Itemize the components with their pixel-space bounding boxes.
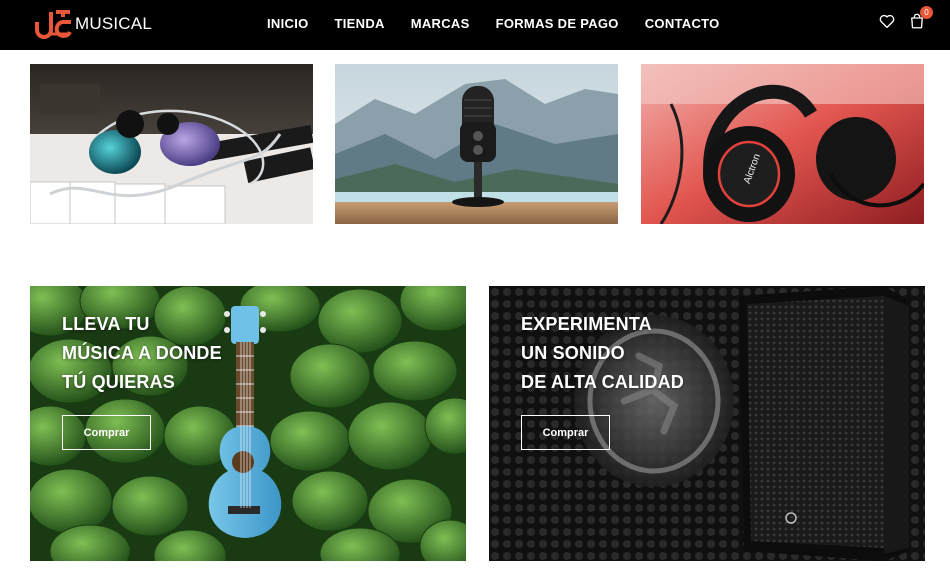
product-thumb-in-ear-monitors[interactable]	[30, 64, 313, 224]
banner-title: LLEVA TU MÚSICA A DONDE TÚ QUIERAS	[62, 310, 222, 397]
product-thumb-microphone[interactable]	[335, 64, 618, 224]
comprar-button[interactable]: Comprar	[62, 415, 151, 450]
product-thumb-headphones[interactable]: Alctron	[641, 64, 924, 224]
banner-title-line: UN SONIDO	[521, 343, 625, 363]
header-icons: 0	[866, 6, 933, 30]
promo-banner-ukulele: LLEVA TU MÚSICA A DONDE TÚ QUIERAS Compr…	[30, 286, 466, 561]
banner-title: EXPERIMENTA UN SONIDO DE ALTA CALIDAD	[521, 310, 684, 397]
microphone-icon	[335, 64, 618, 224]
cart-count-badge: 0	[920, 6, 933, 19]
nav-item-inicio[interactable]: INICIO	[267, 16, 309, 31]
heart-icon[interactable]	[878, 12, 896, 30]
banner-title-line: DE ALTA CALIDAD	[521, 372, 684, 392]
in-ear-monitors-icon	[30, 64, 313, 224]
logo-mark-icon	[34, 8, 74, 40]
main-nav: INICIO TIENDA MARCAS FORMAS DE PAGO CONT…	[267, 0, 720, 46]
nav-item-formas-de-pago[interactable]: FORMAS DE PAGO	[496, 16, 619, 31]
nav-item-contacto[interactable]: CONTACTO	[645, 16, 720, 31]
banner-title-line: LLEVA TU	[62, 314, 150, 334]
brand-logo[interactable]: MUSICAL	[34, 7, 152, 41]
logo-text: MUSICAL	[75, 14, 152, 33]
nav-item-marcas[interactable]: MARCAS	[411, 16, 470, 31]
banner-title-line: MÚSICA A DONDE	[62, 343, 222, 363]
headphones-icon: Alctron	[641, 64, 924, 224]
site-header: MUSICAL INICIO TIENDA MARCAS FORMAS DE P…	[0, 0, 950, 50]
nav-item-tienda[interactable]: TIENDA	[335, 16, 385, 31]
comprar-button[interactable]: Comprar	[521, 415, 610, 450]
promo-banner-speaker: EXPERIMENTA UN SONIDO DE ALTA CALIDAD Co…	[489, 286, 925, 561]
shopping-bag-icon[interactable]: 0	[908, 6, 933, 30]
banner-title-line: TÚ QUIERAS	[62, 372, 176, 392]
banner-title-line: EXPERIMENTA	[521, 314, 652, 334]
